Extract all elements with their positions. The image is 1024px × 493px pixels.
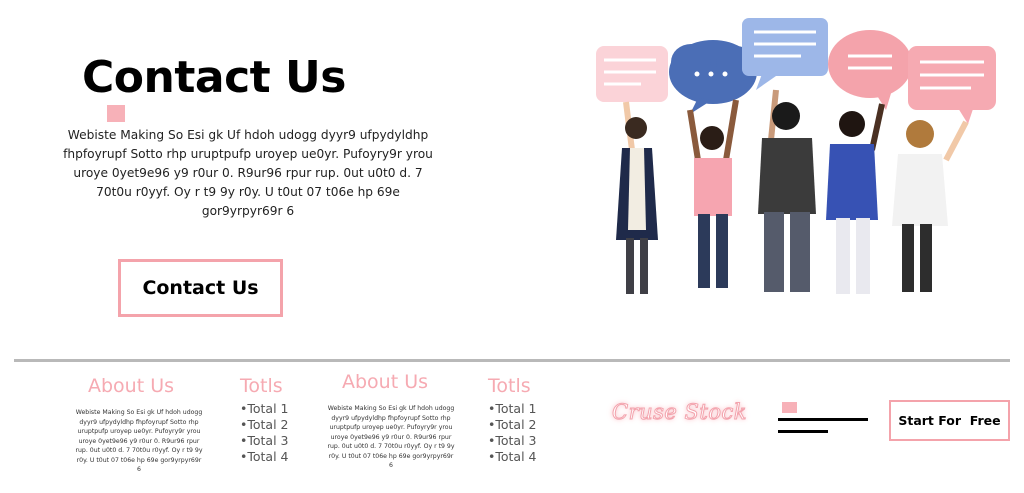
section-divider	[14, 359, 1010, 362]
brand-logo: Cruse Stock	[612, 400, 747, 425]
footer-col4-list: Total 1 Total 2 Total 3 Total 4	[488, 401, 536, 465]
person-figure	[616, 101, 658, 294]
list-item[interactable]: Total 1	[240, 401, 288, 417]
footer-col3-text: Webiste Making So Esi gk Uf hdoh udogg d…	[327, 405, 455, 469]
start-for-free-button[interactable]: Start For Free	[889, 400, 1010, 441]
speech-bubble-icon	[596, 46, 668, 102]
footer-col3-title: About Us	[342, 371, 429, 393]
list-item[interactable]: Total 3	[240, 433, 288, 449]
page-title: Contact Us	[82, 52, 346, 103]
footer-col1-text: Webiste Making So Esi gk Uf hdoh udogg d…	[75, 409, 203, 473]
contact-us-button[interactable]: Contact Us	[118, 259, 283, 317]
footer-col2-title: Totls	[240, 375, 283, 397]
footer-col4-title: Totls	[488, 375, 531, 397]
hamburger-menu-icon[interactable]	[778, 418, 870, 440]
person-figure	[687, 99, 739, 288]
speech-bubble-icon	[908, 46, 996, 124]
list-item[interactable]: Total 4	[240, 449, 288, 465]
list-item[interactable]: Total 4	[488, 449, 536, 465]
people-with-speech-bubbles-illustration	[596, 18, 996, 294]
list-item[interactable]: Total 1	[488, 401, 536, 417]
list-item[interactable]: Total 2	[488, 417, 536, 433]
accent-square	[107, 105, 125, 122]
person-figure	[826, 103, 885, 294]
hero-description: Webiste Making So Esi gk Uf hdoh udogg d…	[63, 128, 433, 218]
footer-col1-title: About Us	[88, 375, 175, 397]
footer-col2-list: Total 1 Total 2 Total 3 Total 4	[240, 401, 288, 465]
speech-bubble-icon	[828, 30, 912, 110]
accent-square	[782, 402, 797, 413]
list-item[interactable]: Total 2	[240, 417, 288, 433]
list-item[interactable]: Total 3	[488, 433, 536, 449]
person-figure	[892, 120, 969, 292]
person-figure	[758, 89, 816, 292]
